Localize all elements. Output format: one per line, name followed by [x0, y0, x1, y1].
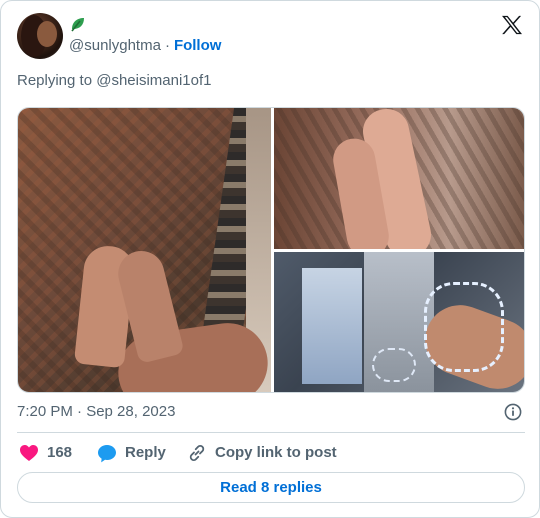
heart-icon [20, 445, 38, 461]
like-count: 168 [47, 444, 73, 461]
leaf-emoji-icon [71, 18, 84, 32]
info-icon[interactable] [504, 403, 522, 421]
post-timestamp[interactable]: 7:20 PM · Sep 28, 2023 [17, 403, 175, 421]
separator-dot: · [164, 37, 170, 54]
embedded-post-card: @sunlyghtma · Follow Replying to @sheisima… [0, 0, 540, 518]
reply-context: Replying to @sheisimani1of1 [17, 72, 212, 89]
copy-link-button[interactable]: Copy link to post [187, 442, 337, 464]
link-icon [189, 445, 205, 461]
photo-3[interactable] [274, 252, 524, 392]
copy-link-label: Copy link to post [215, 444, 337, 461]
x-logo-icon[interactable] [501, 15, 523, 35]
sparkly-heel [424, 282, 504, 372]
avatar-face [37, 21, 57, 47]
reply-bubble-icon [98, 444, 116, 462]
photo-2[interactable] [274, 108, 524, 249]
like-button[interactable]: 168 [19, 442, 72, 464]
media-grid [17, 107, 525, 393]
doorway [302, 268, 362, 384]
sparkly-heel [372, 348, 416, 382]
author-handle[interactable]: @sunlyghtma [69, 37, 161, 54]
read-replies-button[interactable]: Read 8 replies [17, 472, 525, 503]
follow-button[interactable]: Follow [174, 37, 222, 54]
author-handle-row: @sunlyghtma · Follow [69, 37, 221, 55]
avatar[interactable] [17, 13, 63, 59]
reply-label: Reply [125, 444, 166, 461]
photo-1[interactable] [18, 108, 271, 392]
reply-button[interactable]: Reply [97, 442, 166, 464]
divider [17, 432, 525, 433]
